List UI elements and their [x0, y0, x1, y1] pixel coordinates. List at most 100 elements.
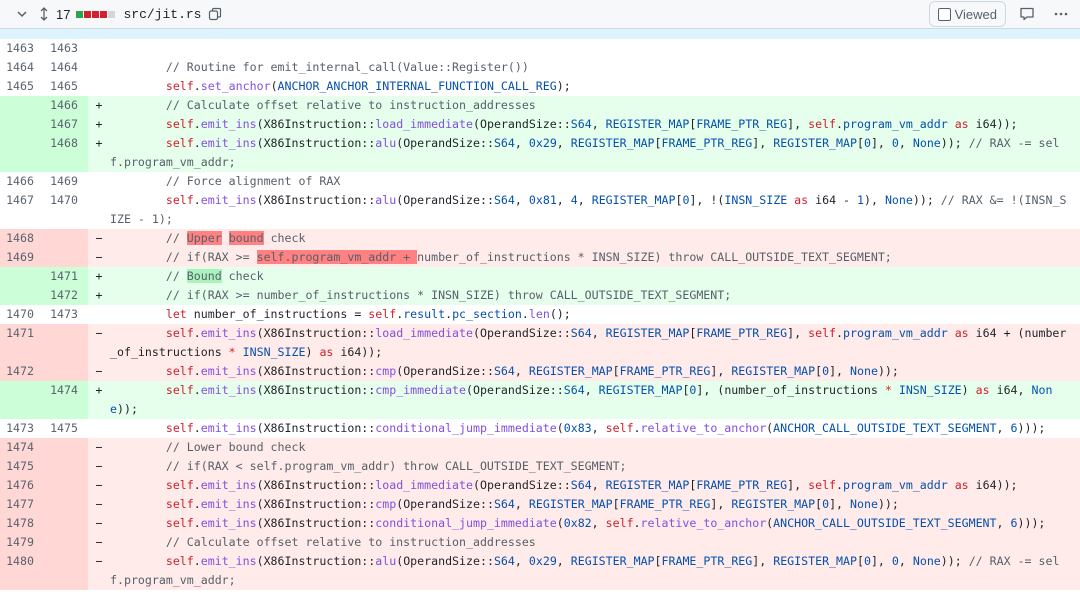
old-line-number[interactable]: 1464 [0, 58, 44, 77]
code-token: emit_ins [200, 326, 257, 340]
code-token: as [975, 383, 990, 397]
new-line-number[interactable]: 1475 [44, 419, 88, 438]
new-line-number[interactable] [44, 476, 88, 495]
viewed-toggle[interactable]: Viewed [928, 1, 1006, 27]
new-line-number[interactable]: 1472 [44, 286, 88, 305]
code-token: ), [864, 193, 885, 207]
code-text: self.set_anchor(ANCHOR_ANCHOR_INTERNAL_F… [110, 77, 1080, 96]
comment-icon[interactable] [1014, 2, 1040, 26]
new-line-number[interactable] [44, 533, 88, 552]
code-token: ], [870, 554, 892, 568]
code-token: 0 [891, 136, 899, 150]
new-line-number[interactable]: 1465 [44, 77, 88, 96]
new-line-number[interactable]: 1464 [44, 58, 88, 77]
code-text: // if(RAX >= self.program_vm_addr + numb… [110, 248, 1080, 267]
code-token: (OperandSize:: [396, 136, 494, 150]
diff-line-context: 1463 1463 [0, 39, 1080, 58]
old-line-number[interactable]: 1476 [0, 476, 44, 495]
new-line-number[interactable] [44, 495, 88, 514]
code-token: , [514, 364, 529, 378]
code-token: . [193, 136, 201, 150]
new-line-number[interactable]: 1466 [44, 96, 88, 115]
diff-marker: + [95, 288, 103, 302]
code-token: ); [556, 79, 571, 93]
code-token: (); [549, 307, 571, 321]
old-line-number[interactable]: 1465 [0, 77, 44, 96]
code-token: , [591, 516, 606, 530]
old-line-number[interactable]: 1478 [0, 514, 44, 533]
code-token: S64 [493, 364, 515, 378]
new-line-number[interactable] [44, 248, 88, 267]
old-line-number[interactable]: 1475 [0, 457, 44, 476]
code-token: self [110, 478, 194, 492]
code-token: cmp [375, 364, 397, 378]
old-line-number[interactable]: 1477 [0, 495, 44, 514]
new-line-number[interactable]: 1471 [44, 267, 88, 286]
new-line-number[interactable]: 1470 [44, 191, 88, 229]
new-line-number[interactable] [44, 457, 88, 476]
copy-icon[interactable] [207, 6, 223, 22]
new-line-number[interactable] [44, 552, 88, 590]
old-line-number[interactable]: 1463 [0, 39, 44, 58]
old-line-number[interactable]: 1474 [0, 438, 44, 457]
old-line-number[interactable]: 1472 [0, 362, 44, 381]
unfold-icon[interactable] [36, 6, 52, 22]
old-line-number[interactable]: 1466 [0, 172, 44, 191]
new-line-number[interactable] [44, 324, 88, 362]
code-token: (X86Instruction:: [256, 497, 376, 511]
code-token: REGISTER_MAP [605, 478, 690, 492]
code-text: // Routine for emit_internal_call(Value:… [110, 58, 1080, 77]
chevron-down-icon[interactable] [14, 6, 30, 22]
code-token: as [319, 345, 334, 359]
new-line-number[interactable] [44, 514, 88, 533]
code-token: . [193, 497, 201, 511]
diff-line-deleted: 1474 − // Lower bound check [0, 438, 1080, 457]
code-token: // if(RAX >= number_of_instructions * IN… [110, 288, 732, 302]
old-line-number[interactable] [0, 381, 44, 419]
kebab-horizontal-icon[interactable] [1048, 2, 1074, 26]
code-token: as [954, 117, 969, 131]
old-line-number[interactable] [0, 286, 44, 305]
old-line-number[interactable] [0, 115, 44, 134]
new-line-number[interactable] [44, 229, 88, 248]
old-line-number[interactable]: 1470 [0, 305, 44, 324]
old-line-number[interactable]: 1471 [0, 324, 44, 362]
new-line-number[interactable]: 1474 [44, 381, 88, 419]
code-token: // Force alignment of RAX [110, 174, 341, 188]
new-line-number[interactable]: 1473 [44, 305, 88, 324]
old-line-number[interactable] [0, 267, 44, 286]
code-token: 0x29 [528, 136, 557, 150]
file-path[interactable]: src/jit.rs [123, 7, 201, 22]
old-line-number[interactable]: 1480 [0, 552, 44, 590]
diff-marker: − [95, 231, 103, 245]
hunk-header[interactable] [0, 29, 1080, 39]
old-line-number[interactable]: 1469 [0, 248, 44, 267]
new-line-number[interactable]: 1463 [44, 39, 88, 58]
diff-marker: + [95, 136, 103, 150]
old-line-number[interactable]: 1468 [0, 229, 44, 248]
old-line-number[interactable]: 1473 [0, 419, 44, 438]
diff-line-deleted: 1480 − self.emit_ins(X86Instruction::alu(… [0, 552, 1080, 590]
code-token: ) [961, 383, 976, 397]
code-token: FRAME_PTR_REG [619, 497, 711, 511]
old-line-number[interactable]: 1479 [0, 533, 44, 552]
new-line-number[interactable]: 1469 [44, 172, 88, 191]
new-line-number[interactable]: 1468 [44, 134, 88, 172]
code-token: S64 [493, 193, 515, 207]
old-line-number[interactable] [0, 96, 44, 115]
diff-marker: + [95, 383, 103, 397]
code-token: (OperandSize:: [473, 478, 571, 492]
diff-line-added: 1471 + // Bound check [0, 267, 1080, 286]
new-line-number[interactable] [44, 438, 88, 457]
old-line-number[interactable] [0, 134, 44, 172]
code-token: . [836, 326, 844, 340]
old-line-number[interactable]: 1467 [0, 191, 44, 229]
code-token: Upper [186, 231, 222, 245]
new-line-number[interactable] [44, 362, 88, 381]
code-token: REGISTER_MAP [591, 193, 676, 207]
new-line-number[interactable]: 1467 [44, 115, 88, 134]
viewed-checkbox[interactable] [937, 7, 951, 21]
code-token: . [836, 117, 844, 131]
